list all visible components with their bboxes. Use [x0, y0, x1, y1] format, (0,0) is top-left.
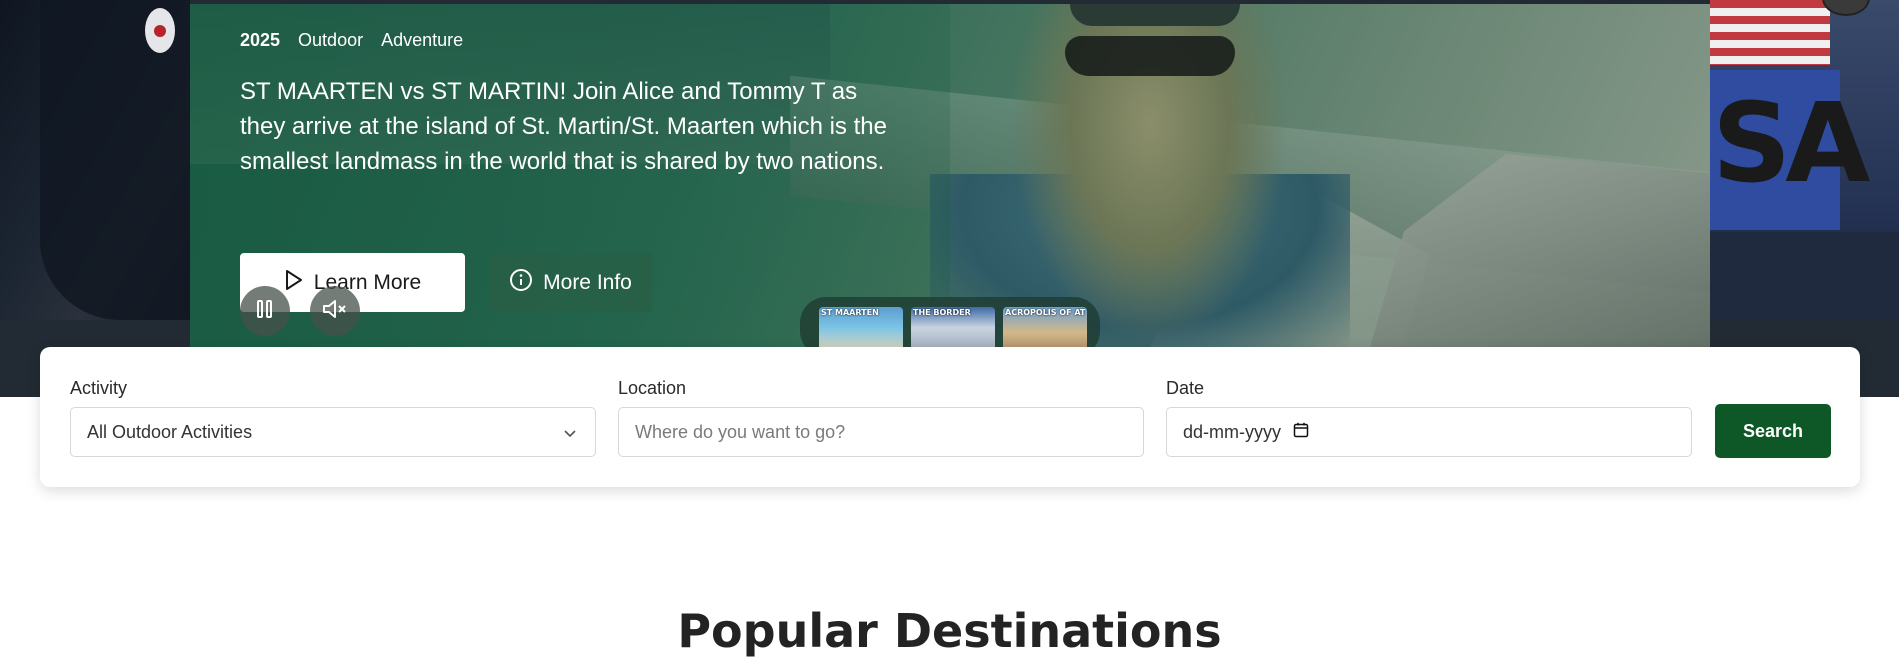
- more-info-label: More Info: [543, 270, 632, 294]
- tag-genre: Adventure: [381, 30, 464, 50]
- popular-destinations-heading: Popular Destinations: [677, 604, 1222, 658]
- person-cap: [1070, 4, 1240, 26]
- tag-category: Outdoor: [298, 30, 364, 50]
- mute-button[interactable]: [310, 286, 360, 336]
- previous-slide-red-dot: [154, 25, 166, 37]
- next-slide-preview[interactable]: SA: [1710, 0, 1899, 320]
- tag-year: 2025: [240, 30, 281, 50]
- activity-value: All Outdoor Activities: [87, 421, 253, 442]
- info-icon: [509, 268, 533, 298]
- more-info-button[interactable]: More Info: [489, 253, 652, 312]
- chevron-down-icon: [563, 425, 577, 446]
- activity-select[interactable]: All Outdoor Activities: [70, 407, 596, 457]
- flag-stripes: [1710, 0, 1830, 65]
- pause-icon: [256, 299, 274, 324]
- previous-slide-preview[interactable]: [0, 0, 190, 320]
- play-icon: [284, 269, 304, 297]
- pause-button[interactable]: [240, 286, 290, 336]
- person-sunglasses: [1065, 36, 1235, 76]
- location-label: Location: [618, 378, 687, 398]
- date-label: Date: [1166, 378, 1205, 398]
- hero-headline: ST MAARTEN vs ST MARTIN! Join Alice and …: [240, 78, 887, 175]
- next-slide-text: SA: [1712, 79, 1870, 207]
- search-button[interactable]: Search: [1715, 404, 1831, 458]
- thumbnail-title: ACROPOLIS OF ATHENS: [1005, 308, 1085, 317]
- thumbnail-title: ST MAARTEN: [821, 308, 879, 317]
- location-input[interactable]: Where do you want to go?: [618, 407, 1144, 457]
- date-placeholder: dd-mm-yyyy: [1183, 421, 1281, 442]
- volume-mute-icon: [321, 298, 349, 325]
- date-input[interactable]: dd-mm-yyyy: [1166, 407, 1692, 457]
- next-slide-lower-band: [1710, 232, 1899, 320]
- thumbnail-title: THE BORDER: [913, 308, 971, 317]
- calendar-icon[interactable]: [1293, 422, 1309, 443]
- activity-label: Activity: [70, 378, 128, 398]
- hero-tags: 2025 Outdoor Adventure: [240, 30, 463, 51]
- location-placeholder: Where do you want to go?: [635, 421, 846, 442]
